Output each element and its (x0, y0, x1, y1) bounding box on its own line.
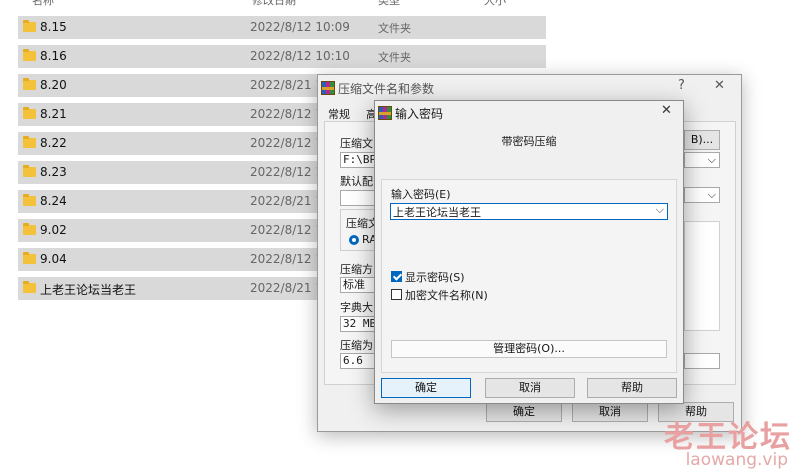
column-header-date[interactable]: 修改日期 (252, 0, 296, 10)
show-password-checkbox[interactable] (391, 271, 402, 282)
encrypt-names-label: 加密文件名称(N) (405, 289, 488, 302)
help-icon[interactable]: ? (678, 78, 685, 93)
file-name: 上老王论坛当老王 (40, 283, 137, 297)
folder-icon (23, 252, 36, 264)
ok-button[interactable]: 确定 (381, 378, 471, 398)
file-name: 9.02 (40, 223, 67, 237)
password-label: 输入密码(E) (391, 188, 451, 201)
close-icon[interactable]: ✕ (661, 103, 672, 118)
file-name: 8.22 (40, 136, 67, 150)
file-date: 2022/8/12 10:10 (250, 49, 350, 63)
file-name: 9.04 (40, 252, 67, 266)
split-label: 压缩为 (340, 339, 373, 352)
browse-button[interactable]: B)... (684, 130, 720, 150)
folder-icon (23, 194, 36, 206)
column-header-name[interactable]: 名称 (32, 0, 54, 10)
password-dialog: 输入密码 ✕ 带密码压缩 输入密码(E) 上老王论坛当老王 ⌵ 显示密码(S) … (374, 100, 684, 404)
archive-name-label: 压缩文 (340, 137, 373, 150)
archive-name-dropdown[interactable]: ⌵ (684, 152, 720, 168)
file-name: 8.20 (40, 78, 67, 92)
winrar-icon (321, 81, 335, 95)
file-name: 8.15 (40, 20, 67, 34)
radio-rar[interactable] (349, 235, 359, 245)
update-mode-dropdown[interactable]: ⌵ (684, 187, 720, 203)
folder-icon (23, 49, 36, 61)
folder-icon (23, 78, 36, 90)
help-button[interactable]: 帮助 (587, 378, 677, 398)
folder-icon (23, 136, 36, 148)
column-header-type[interactable]: 类型 (378, 0, 400, 10)
folder-icon (23, 281, 36, 293)
close-icon[interactable]: ✕ (714, 78, 725, 93)
list-item[interactable]: 8.15 2022/8/12 10:09 文件夹 (18, 16, 546, 39)
param-field[interactable] (684, 353, 720, 369)
tab-general[interactable]: 常规 (328, 106, 350, 122)
encrypt-names-checkbox[interactable] (391, 289, 402, 300)
file-name: 8.23 (40, 165, 67, 179)
password-value: 上老王论坛当老王 (393, 206, 481, 219)
list-item[interactable]: 8.16 2022/8/12 10:10 文件夹 (18, 45, 546, 68)
dict-size-label: 字典大 (340, 301, 373, 314)
show-password-label: 显示密码(S) (405, 271, 465, 284)
manage-passwords-button[interactable]: 管理密码(O)... (391, 340, 667, 358)
password-input[interactable]: 上老王论坛当老王 ⌵ (390, 203, 668, 220)
dialog-title: 输入密码 (395, 107, 444, 121)
winrar-icon (378, 106, 392, 120)
dialog-heading: 带密码压缩 (501, 135, 557, 148)
folder-icon (23, 223, 36, 235)
folder-icon (23, 20, 36, 32)
file-type: 文件夹 (378, 22, 411, 35)
column-header-size[interactable]: 大小 (484, 0, 506, 10)
file-name: 8.21 (40, 107, 67, 121)
file-name: 8.16 (40, 49, 67, 63)
chevron-down-icon[interactable]: ⌵ (656, 203, 664, 217)
file-type: 文件夹 (378, 51, 411, 64)
file-date: 2022/8/12 10:09 (250, 20, 350, 34)
cancel-button[interactable]: 取消 (572, 402, 648, 422)
dialog-title: 压缩文件名和参数 (338, 82, 435, 96)
cancel-button[interactable]: 取消 (485, 378, 575, 398)
ok-button[interactable]: 确定 (486, 402, 562, 422)
watermark-url: laowang.vip (685, 450, 788, 470)
default-profile-label: 默认配 (340, 175, 373, 188)
method-label: 压缩方 (340, 263, 373, 276)
folder-icon (23, 107, 36, 119)
options-list[interactable] (684, 221, 720, 331)
folder-icon (23, 165, 36, 177)
file-name: 8.24 (40, 194, 67, 208)
